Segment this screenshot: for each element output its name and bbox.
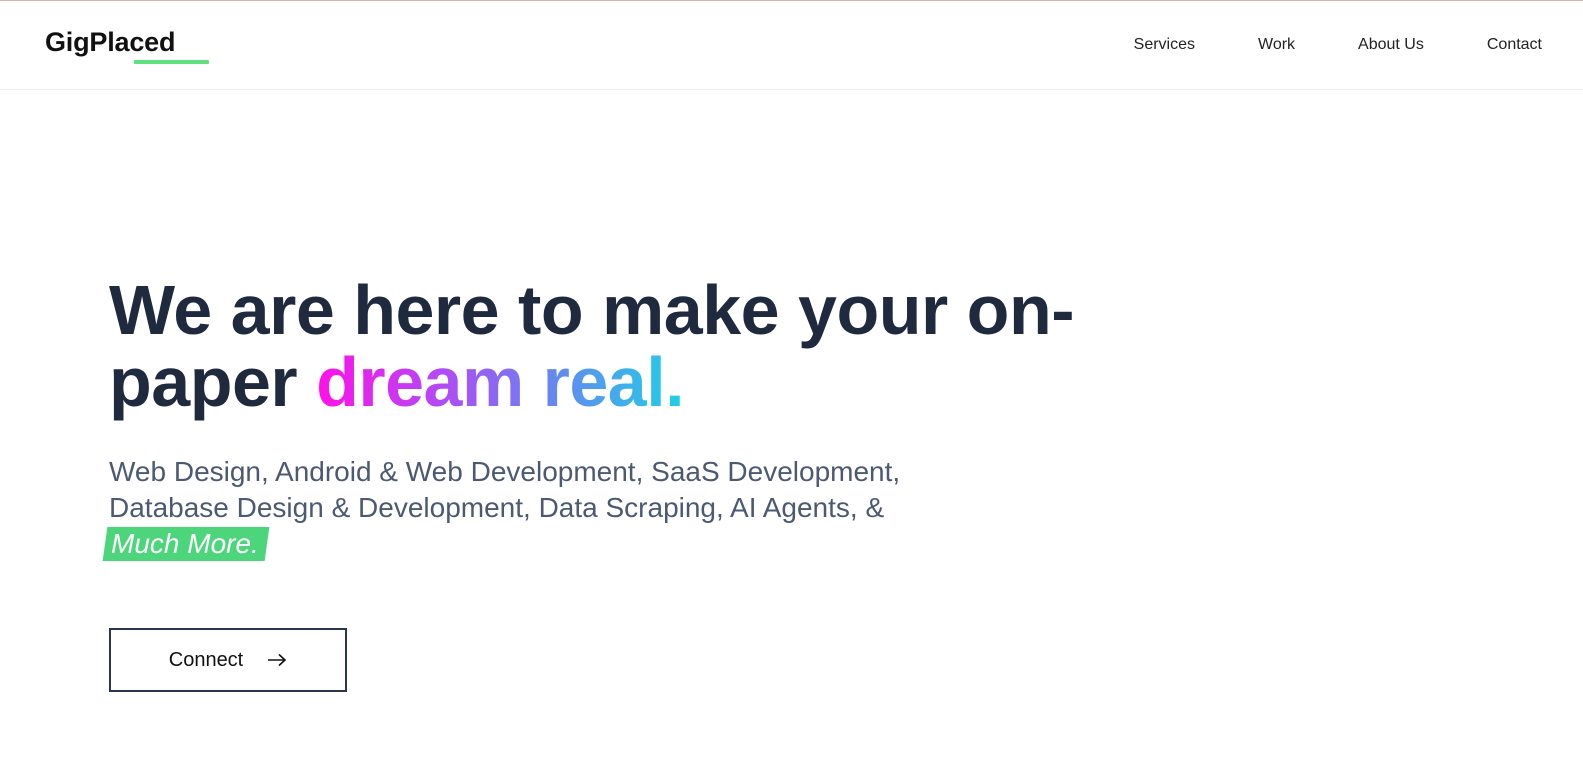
services-description: Web Design, Android & Web Development, S… bbox=[102, 454, 1009, 562]
connect-button[interactable]: Connect bbox=[109, 628, 347, 692]
nav-contact[interactable]: Contact bbox=[1487, 36, 1542, 54]
much-more-badge: Much More. bbox=[102, 527, 270, 561]
headline-highlight: dream real. bbox=[316, 343, 685, 421]
nav-services[interactable]: Services bbox=[1134, 36, 1195, 54]
site-header: GigPlaced Services Work About Us Contact bbox=[0, 1, 1583, 90]
logo[interactable]: GigPlaced bbox=[45, 27, 175, 58]
hero-section: We are here to make your on-paper dream … bbox=[109, 274, 1189, 418]
main-nav: Services Work About Us Contact bbox=[1071, 36, 1542, 54]
arrow-right-icon bbox=[267, 653, 287, 667]
hero-headline: We are here to make your on-paper dream … bbox=[109, 274, 1189, 418]
services-text: Web Design, Android & Web Development, S… bbox=[109, 456, 901, 523]
connect-button-label: Connect bbox=[168, 648, 244, 671]
nav-work[interactable]: Work bbox=[1258, 36, 1295, 54]
much-more-label: Much More. bbox=[111, 528, 259, 559]
logo-underline bbox=[134, 60, 209, 64]
nav-about-us[interactable]: About Us bbox=[1358, 36, 1424, 54]
